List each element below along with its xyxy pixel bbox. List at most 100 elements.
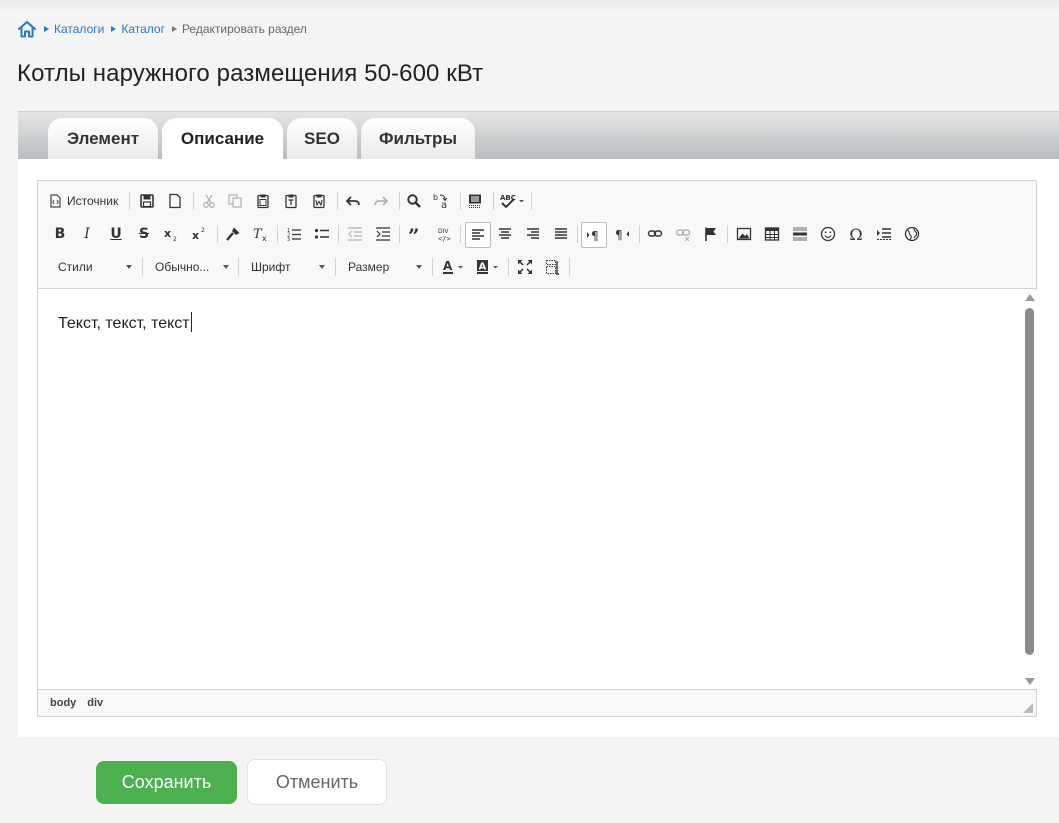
size-dropdown[interactable]: Размер: [340, 256, 426, 278]
scroll-thumb[interactable]: [1025, 308, 1034, 655]
find-icon[interactable]: [402, 189, 426, 213]
tab-element[interactable]: Элемент: [48, 118, 158, 160]
styles-dropdown-label: Стили: [58, 260, 93, 274]
horizontal-rule-icon[interactable]: [788, 222, 812, 246]
spellcheck-icon[interactable]: ABC: [498, 189, 528, 213]
copy-icon[interactable]: [223, 189, 247, 213]
maximize-icon[interactable]: [513, 255, 537, 279]
undo-icon[interactable]: [341, 189, 365, 213]
editor-scrollbar[interactable]: [1022, 290, 1037, 689]
strikethrough-icon[interactable]: S: [132, 222, 156, 246]
font-dropdown[interactable]: Шрифт: [243, 256, 329, 278]
save-icon[interactable]: [135, 189, 159, 213]
breadcrumb-link-catalog[interactable]: Каталог: [121, 22, 165, 36]
numbered-list-icon[interactable]: 123: [282, 222, 306, 246]
justify-icon[interactable]: [549, 222, 573, 246]
redo-icon[interactable]: [369, 189, 393, 213]
breadcrumb-link-catalogs[interactable]: Каталоги: [54, 22, 104, 36]
paste-from-word-icon[interactable]: [307, 189, 331, 213]
image-icon[interactable]: [732, 222, 756, 246]
svg-text:2: 2: [201, 227, 205, 234]
show-blocks-icon[interactable]: [541, 255, 565, 279]
replace-icon[interactable]: ba: [429, 189, 453, 213]
size-dropdown-label: Размер: [348, 260, 390, 274]
align-center-icon[interactable]: [493, 222, 517, 246]
path-item-div[interactable]: div: [87, 697, 103, 709]
tab-description[interactable]: Описание: [162, 118, 283, 160]
top-shade: [0, 0, 1059, 12]
svg-text:DIV: DIV: [438, 228, 449, 235]
new-page-icon[interactable]: [163, 189, 187, 213]
toolbar-separator: [142, 258, 143, 276]
breadcrumb-separator-icon: [171, 26, 177, 32]
source-icon: [50, 194, 61, 208]
unlink-icon[interactable]: [671, 222, 695, 246]
blockquote-icon[interactable]: ”: [404, 222, 428, 246]
toolbar-separator: [338, 225, 339, 243]
format-dropdown-label: Обычно...: [155, 260, 210, 274]
link-icon[interactable]: [643, 222, 667, 246]
select-all-icon[interactable]: [463, 189, 487, 213]
decrease-indent-icon[interactable]: [343, 222, 367, 246]
text-color-icon[interactable]: A: [440, 255, 468, 279]
breadcrumb-current: Редактировать раздел: [181, 22, 307, 36]
copy-format-icon[interactable]: [221, 222, 245, 246]
source-button[interactable]: Источник: [49, 189, 118, 213]
paste-text-icon[interactable]: [279, 189, 303, 213]
subscript-icon[interactable]: x2: [160, 222, 184, 246]
anchor-flag-icon[interactable]: [699, 222, 723, 246]
svg-text:x: x: [164, 227, 171, 240]
page-break-icon[interactable]: [872, 222, 896, 246]
remove-format-icon[interactable]: Tx: [249, 222, 273, 246]
svg-text:¶: ¶: [615, 228, 623, 241]
cut-icon[interactable]: [197, 189, 221, 213]
scroll-up-arrow-icon[interactable]: [1025, 294, 1035, 301]
source-label: Источник: [67, 194, 119, 208]
editor-content-area[interactable]: Текст, текст, текст: [38, 290, 1022, 689]
home-icon[interactable]: [17, 19, 37, 39]
cancel-button[interactable]: Отменить: [247, 759, 387, 805]
format-dropdown[interactable]: Обычно...: [147, 256, 233, 278]
align-left-icon[interactable]: [465, 222, 491, 248]
toolbar-separator: [335, 258, 336, 276]
tab-seo[interactable]: SEO: [287, 118, 357, 160]
align-right-icon[interactable]: [521, 222, 545, 246]
paste-icon[interactable]: [251, 189, 275, 213]
chevron-down-icon: [416, 265, 422, 269]
toolbar-separator: [493, 192, 494, 210]
special-character-icon[interactable]: Ω: [844, 222, 868, 246]
rtl-direction-icon[interactable]: ¶: [610, 222, 634, 246]
bulleted-list-icon[interactable]: [310, 222, 334, 246]
editor-text-value: Текст, текст, текст: [58, 315, 190, 332]
svg-text:3: 3: [287, 237, 290, 242]
ltr-direction-icon[interactable]: ¶: [581, 222, 607, 248]
table-icon[interactable]: [760, 222, 784, 246]
background-color-icon[interactable]: A: [475, 255, 503, 279]
scroll-down-arrow-icon[interactable]: [1025, 678, 1035, 685]
create-div-icon[interactable]: DIV </>: [432, 222, 456, 246]
bold-icon[interactable]: B: [48, 222, 72, 246]
chevron-down-icon: [126, 265, 132, 269]
svg-text:A: A: [443, 259, 453, 273]
path-item-body[interactable]: body: [50, 697, 76, 709]
svg-text:</>: </>: [438, 235, 451, 242]
save-button[interactable]: Сохранить: [96, 761, 237, 804]
breadcrumb: Каталоги Каталог Редактировать раздел: [17, 18, 307, 40]
underline-icon[interactable]: U: [104, 222, 128, 246]
svg-text:x: x: [262, 234, 267, 242]
toolbar-separator: [337, 192, 338, 210]
styles-dropdown[interactable]: Стили: [50, 256, 136, 278]
tab-filters[interactable]: Фильтры: [361, 118, 475, 160]
svg-text:a: a: [441, 200, 447, 210]
iframe-globe-icon[interactable]: [900, 222, 924, 246]
increase-indent-icon[interactable]: [371, 222, 395, 246]
toolbar-separator: [531, 192, 532, 210]
smiley-icon[interactable]: [816, 222, 840, 246]
toolbar-separator: [569, 258, 570, 276]
resize-handle-icon[interactable]: [1023, 703, 1033, 713]
superscript-icon[interactable]: x2: [188, 222, 212, 246]
italic-icon[interactable]: I: [75, 222, 99, 246]
svg-text:”: ”: [408, 226, 420, 242]
breadcrumb-separator-icon: [111, 26, 117, 32]
svg-text:b: b: [433, 193, 438, 202]
